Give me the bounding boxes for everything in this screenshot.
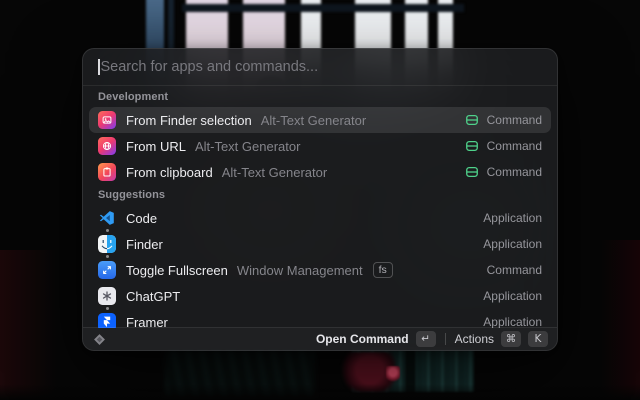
item-title: From URL (126, 139, 186, 154)
raycast-logo-icon (92, 332, 107, 347)
item-type: Command (487, 263, 542, 277)
actions-button[interactable]: Actions ⌘ K (455, 331, 548, 347)
item-type: Application (483, 211, 542, 225)
list-item-chatgpt[interactable]: ChatGPT Application (89, 283, 551, 309)
list-item-from-finder-selection[interactable]: From Finder selection Alt-Text Generator… (89, 107, 551, 133)
list-item-finder[interactable]: Finder Application (89, 231, 551, 257)
item-type: Command (487, 113, 542, 127)
footer-divider (445, 333, 446, 345)
item-title: Code (126, 211, 157, 226)
item-title: Toggle Fullscreen (126, 263, 228, 278)
item-subtitle: Window Management (237, 263, 363, 278)
finder-icon (98, 235, 116, 253)
list-item-toggle-fullscreen[interactable]: Toggle Fullscreen Window Management fs C… (89, 257, 551, 283)
command-icon (465, 165, 479, 179)
text-caret (98, 59, 100, 75)
actions-label: Actions (455, 332, 494, 346)
action-bar: Open Command ↵ Actions ⌘ K (83, 327, 557, 350)
command-icon (465, 113, 479, 127)
open-command-button[interactable]: Open Command ↵ (316, 331, 436, 347)
item-title: Framer (126, 315, 168, 329)
command-palette: Development From Finder selection Alt-Te… (82, 48, 558, 351)
alt-text-globe-icon (98, 137, 116, 155)
alt-text-image-icon (98, 111, 116, 129)
window-management-icon (98, 261, 116, 279)
primary-action-label: Open Command (316, 332, 409, 346)
alias-badge: fs (373, 262, 393, 278)
section-header-suggestions: Suggestions (89, 185, 551, 205)
search-input[interactable] (101, 59, 543, 75)
chatgpt-icon (98, 287, 116, 305)
item-title: Finder (126, 237, 163, 252)
item-title: From clipboard (126, 165, 213, 180)
section-header-development: Development (89, 87, 551, 107)
vscode-icon (98, 209, 116, 227)
running-indicator (106, 255, 109, 258)
search-bar[interactable] (83, 49, 557, 86)
item-type: Command (487, 139, 542, 153)
list-item-framer[interactable]: Framer Application (89, 309, 551, 328)
item-subtitle: Alt-Text Generator (195, 139, 301, 154)
enter-key-badge: ↵ (416, 331, 436, 347)
list-item-code[interactable]: Code Application (89, 205, 551, 231)
command-icon (465, 139, 479, 153)
item-type: Command (487, 165, 542, 179)
cmd-key-badge: ⌘ (501, 331, 521, 347)
framer-icon (98, 313, 116, 328)
results-list: Development From Finder selection Alt-Te… (83, 86, 557, 328)
list-item-from-url[interactable]: From URL Alt-Text Generator Command (89, 133, 551, 159)
item-type: Application (483, 289, 542, 303)
alt-text-clipboard-icon (98, 163, 116, 181)
k-key-badge: K (528, 331, 548, 347)
item-title: ChatGPT (126, 289, 180, 304)
running-indicator (106, 229, 109, 232)
item-title: From Finder selection (126, 113, 252, 128)
item-type: Application (483, 237, 542, 251)
list-item-from-clipboard[interactable]: From clipboard Alt-Text Generator Comman… (89, 159, 551, 185)
running-indicator (106, 307, 109, 310)
item-subtitle: Alt-Text Generator (261, 113, 367, 128)
item-subtitle: Alt-Text Generator (222, 165, 328, 180)
desktop: Development From Finder selection Alt-Te… (0, 0, 640, 400)
